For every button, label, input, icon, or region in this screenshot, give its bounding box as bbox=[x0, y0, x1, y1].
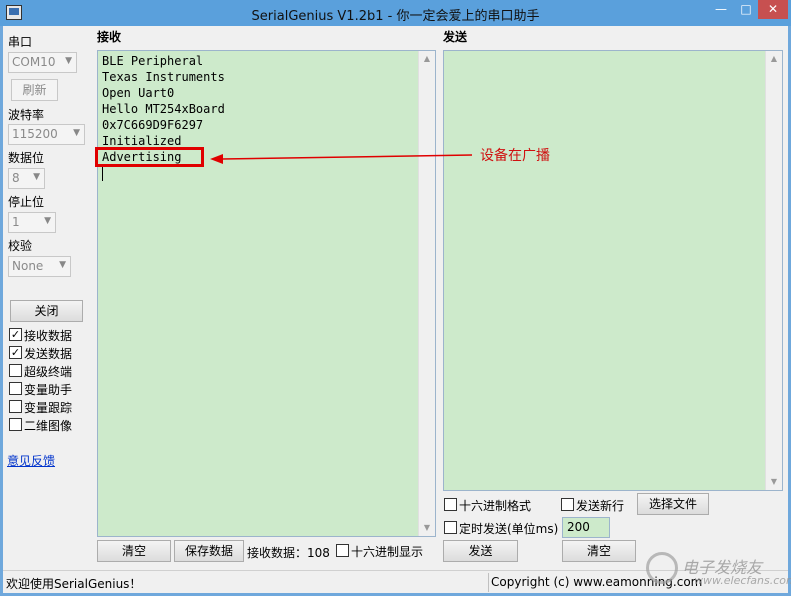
checkbox-label: 十六进制格式 bbox=[459, 499, 532, 513]
checkbox-box bbox=[444, 521, 457, 534]
main-window: 串口 COM10 ▼ 刷新 波特率 115200 ▼ 数据位 8 ▼ 停止位 1 ▼ 校… bbox=[3, 26, 788, 593]
checkbox-box bbox=[9, 400, 22, 413]
stopbits-label: 停止位 bbox=[8, 195, 45, 209]
checkbox-label: 变量助手 bbox=[24, 383, 73, 397]
send-textarea[interactable]: ▲ ▼ bbox=[443, 50, 783, 491]
refresh-button[interactable]: 刷新 bbox=[11, 79, 58, 101]
checkbox-label: 定时发送(单位ms) bbox=[459, 522, 559, 536]
receive-scrollbar[interactable]: ▲ ▼ bbox=[418, 51, 435, 536]
close-port-button[interactable]: 关闭 bbox=[10, 300, 83, 322]
text-caret bbox=[102, 167, 103, 181]
interval-input[interactable]: 200 bbox=[562, 517, 610, 538]
chevron-down-icon: ▼ bbox=[73, 128, 80, 138]
scroll-down-icon[interactable]: ▼ bbox=[419, 520, 435, 536]
annotation-arrow-icon bbox=[210, 154, 472, 164]
send-button[interactable]: 发送 bbox=[443, 540, 518, 562]
checkbox-label: 接收数据 bbox=[24, 329, 73, 343]
maximize-button[interactable]: □ bbox=[734, 0, 758, 19]
checkbox-label: 变量跟踪 bbox=[24, 401, 73, 415]
checkbox-box: ✓ bbox=[9, 328, 22, 341]
advertising-highlight-box bbox=[95, 147, 204, 167]
checkbox-box bbox=[9, 382, 22, 395]
stopbits-value: 1 bbox=[12, 215, 20, 229]
status-welcome: 欢迎使用SerialGenius！ bbox=[6, 577, 142, 591]
receive-textarea[interactable]: BLE Peripheral Texas Instruments Open Ua… bbox=[97, 50, 436, 537]
send-title: 发送 bbox=[443, 30, 468, 44]
checkbox-box bbox=[9, 418, 22, 431]
parity-select[interactable]: None ▼ bbox=[8, 256, 71, 277]
title-bar[interactable]: SerialGenius V1.2b1 - 你一定会爱上的串口助手 — □ ✕ bbox=[0, 0, 791, 26]
watermark: 电子发烧友 www.elecfans.com bbox=[640, 548, 791, 592]
window-title: SerialGenius V1.2b1 - 你一定会爱上的串口助手 bbox=[251, 9, 540, 24]
stopbits-select[interactable]: 1 ▼ bbox=[8, 212, 56, 233]
chevron-down-icon: ▼ bbox=[44, 216, 51, 226]
status-divider bbox=[488, 573, 489, 592]
port-select[interactable]: COM10 ▼ bbox=[8, 52, 77, 73]
baud-select[interactable]: 115200 ▼ bbox=[8, 124, 85, 145]
port-value: COM10 bbox=[12, 55, 56, 69]
scroll-up-icon[interactable]: ▲ bbox=[419, 51, 435, 67]
checkbox-label: 超级终端 bbox=[24, 365, 73, 379]
databits-select[interactable]: 8 ▼ bbox=[8, 168, 45, 189]
databits-value: 8 bbox=[12, 171, 20, 185]
chevron-down-icon: ▼ bbox=[59, 260, 66, 270]
receive-count: 接收数据：108 bbox=[247, 546, 330, 560]
chevron-down-icon: ▼ bbox=[65, 56, 72, 66]
checkbox-box bbox=[444, 498, 457, 511]
checkbox-box: ✓ bbox=[9, 346, 22, 359]
send-scrollbar[interactable]: ▲ ▼ bbox=[765, 51, 782, 490]
checkbox-box bbox=[9, 364, 22, 377]
parity-value: None bbox=[12, 259, 44, 273]
feedback-link[interactable]: 意见反馈 bbox=[7, 452, 55, 469]
checkbox-label: 二维图像 bbox=[24, 419, 73, 433]
send-clear-button[interactable]: 清空 bbox=[562, 540, 636, 562]
annotation-text: 设备在广播 bbox=[480, 148, 550, 164]
watermark-logo-icon bbox=[646, 552, 678, 584]
receive-clear-button[interactable]: 清空 bbox=[97, 540, 171, 562]
checkbox-label: 发送数据 bbox=[24, 347, 73, 361]
choose-file-button[interactable]: 选择文件 bbox=[637, 493, 709, 515]
checkbox-box bbox=[561, 498, 574, 511]
scroll-down-icon[interactable]: ▼ bbox=[766, 474, 782, 490]
baud-value: 115200 bbox=[12, 127, 58, 141]
close-window-button[interactable]: ✕ bbox=[758, 0, 788, 19]
chevron-down-icon: ▼ bbox=[33, 172, 40, 182]
databits-label: 数据位 bbox=[8, 151, 45, 165]
checkbox-label: 发送新行 bbox=[576, 499, 625, 513]
checkbox-box bbox=[336, 544, 349, 557]
watermark-url: www.elecfans.com bbox=[694, 574, 791, 587]
scroll-up-icon[interactable]: ▲ bbox=[766, 51, 782, 67]
parity-label: 校验 bbox=[8, 239, 33, 253]
port-label: 串口 bbox=[8, 35, 33, 49]
checkbox-label: 十六进制显示 bbox=[351, 545, 424, 559]
baud-label: 波特率 bbox=[8, 108, 45, 122]
minimize-button[interactable]: — bbox=[708, 0, 734, 19]
receive-title: 接收 bbox=[97, 30, 122, 44]
save-data-button[interactable]: 保存数据 bbox=[174, 540, 244, 562]
